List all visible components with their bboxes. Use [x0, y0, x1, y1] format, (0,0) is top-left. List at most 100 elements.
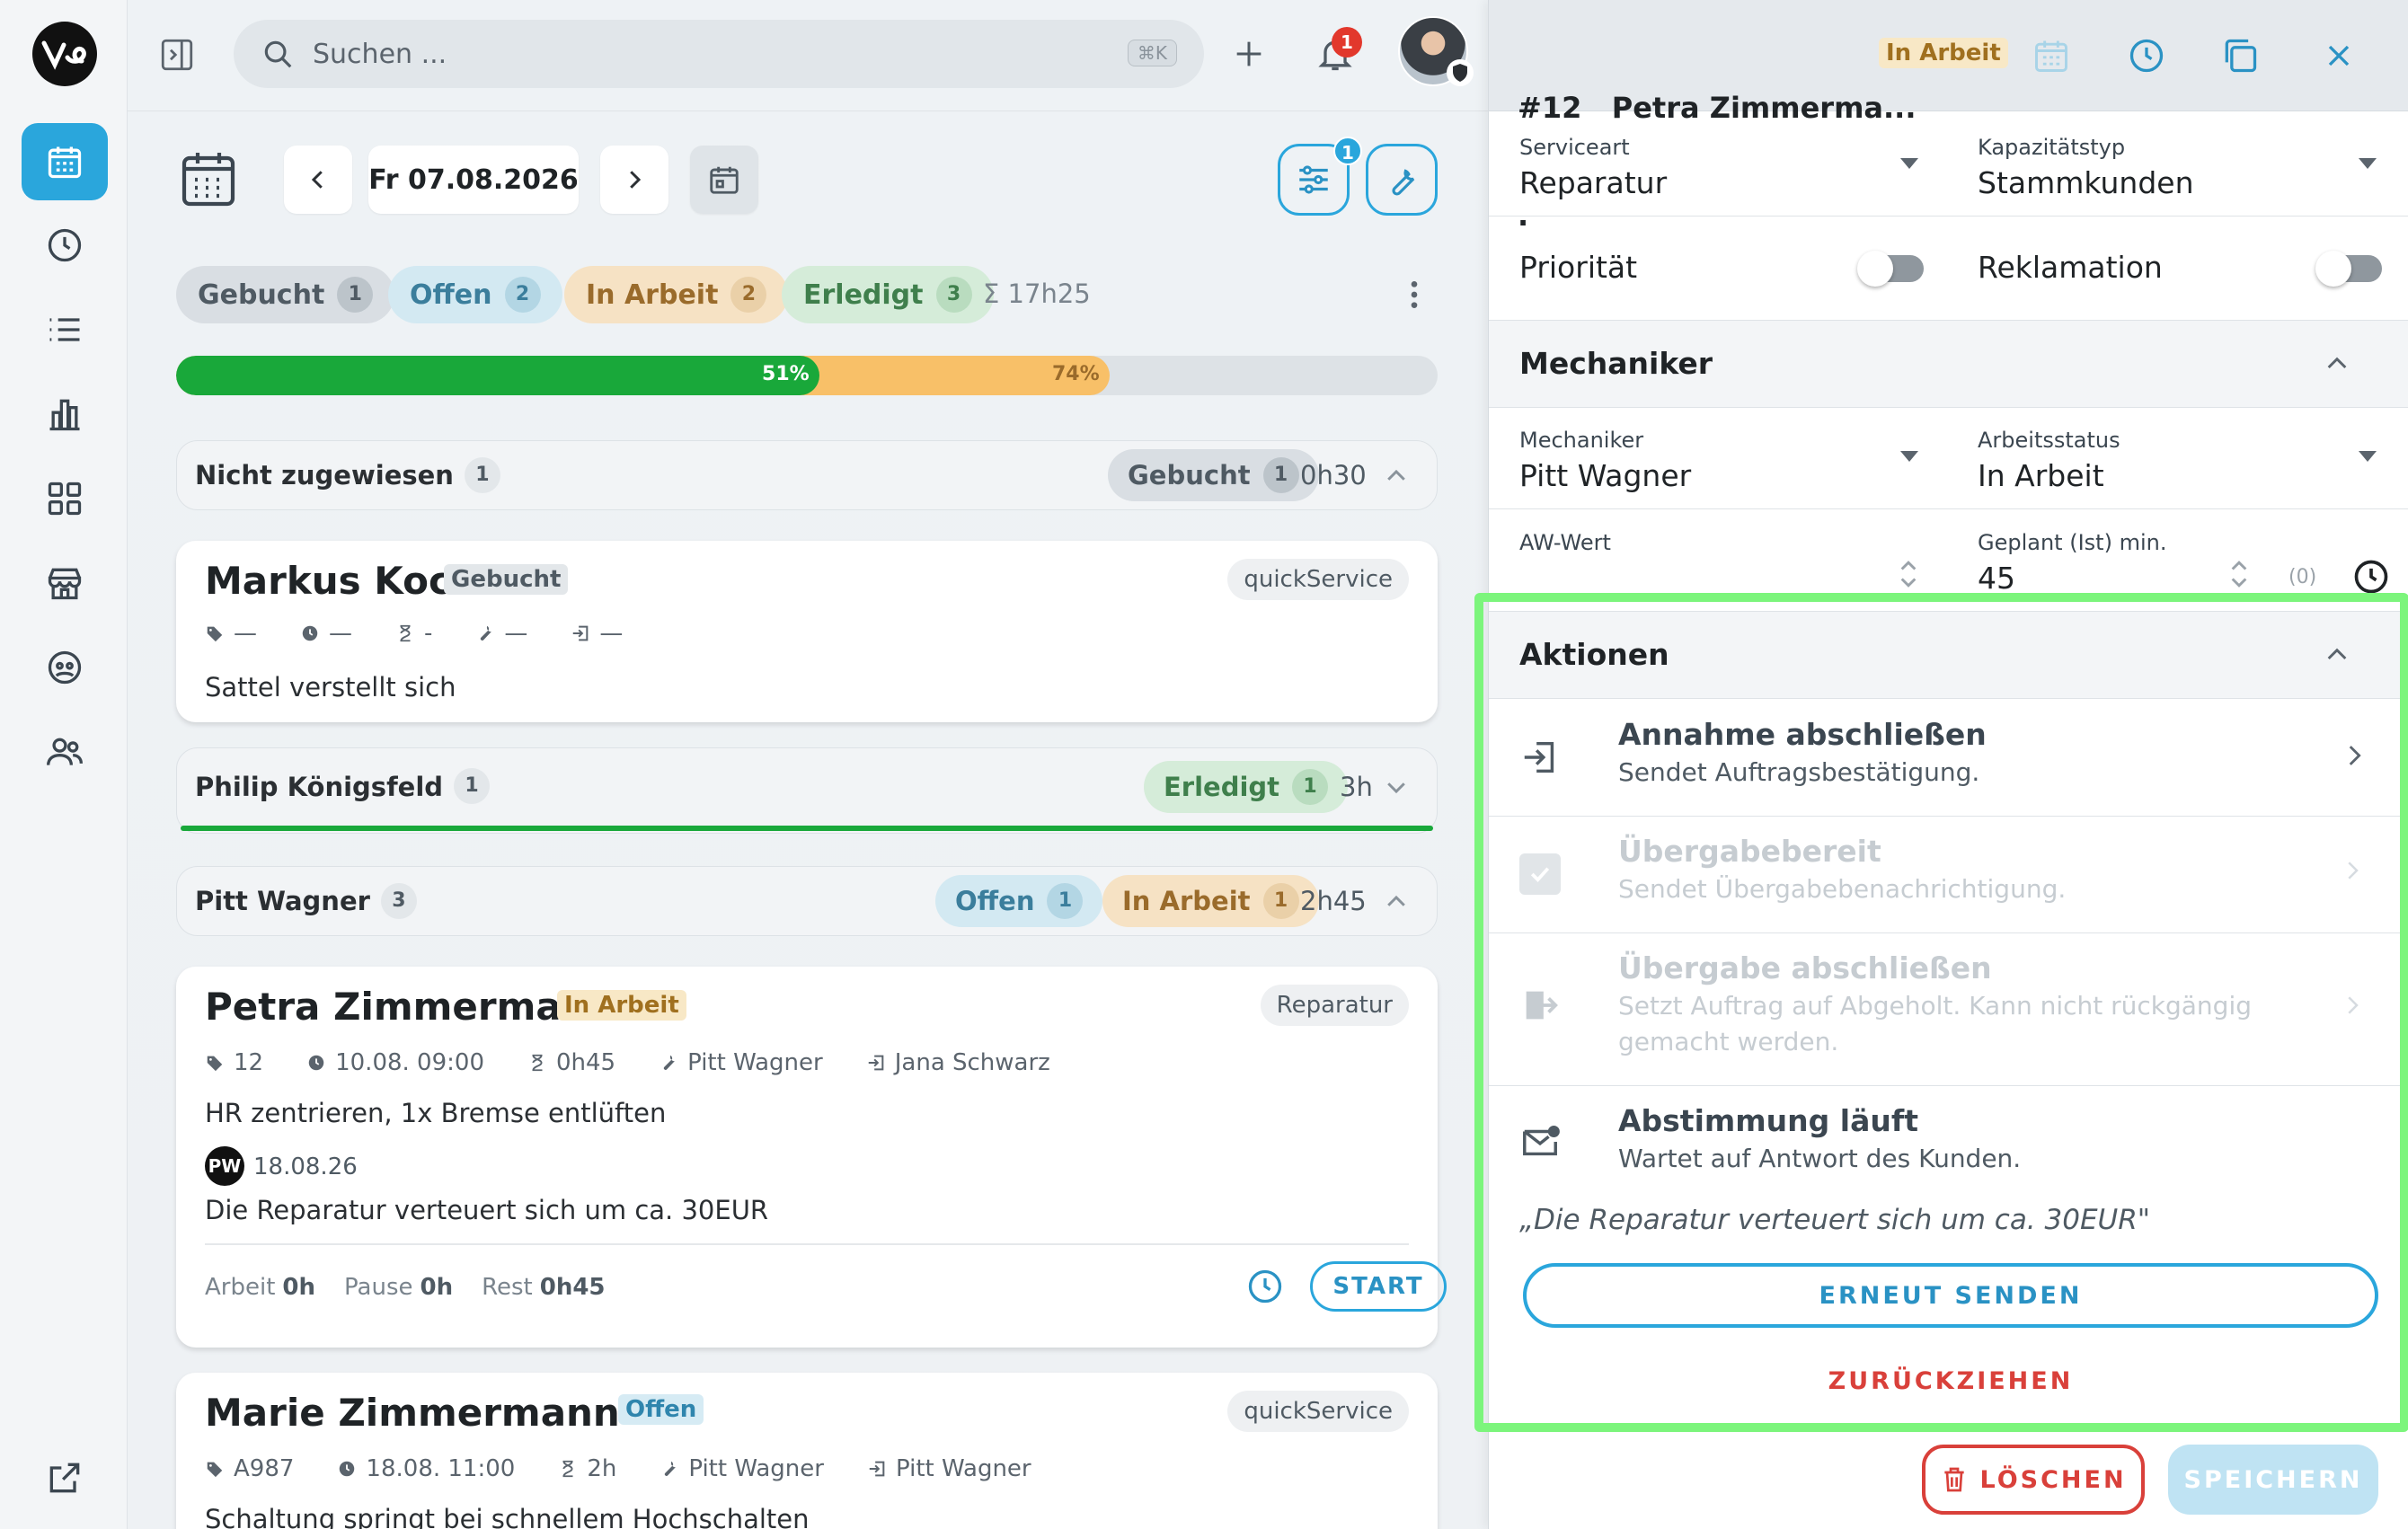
- next-day-button[interactable]: [600, 146, 668, 214]
- order-card-marie[interactable]: Marie Zimmermann Offen quickService A987…: [176, 1373, 1438, 1529]
- chart-icon[interactable]: [22, 376, 108, 453]
- aw-field[interactable]: AW-Wert: [1519, 530, 1915, 595]
- wrench-icon: [659, 1053, 678, 1073]
- withdraw-button[interactable]: ZURÜCKZIEHEN: [1523, 1348, 2378, 1414]
- store-icon[interactable]: [22, 544, 108, 622]
- search-input[interactable]: Suchen ... ⌘K: [234, 20, 1204, 88]
- chevron-down-icon[interactable]: [2359, 451, 2377, 462]
- type-chip: quickService: [1227, 559, 1409, 600]
- total-time: Σ 17h25: [983, 278, 1091, 309]
- meta-duration: -: [424, 620, 433, 647]
- field-label: Mechaniker: [1519, 428, 1644, 453]
- resend-button[interactable]: ERNEUT SENDEN: [1523, 1263, 2378, 1328]
- stepper-icon[interactable]: [2229, 559, 2249, 589]
- prev-day-button[interactable]: [284, 146, 352, 214]
- clock-icon[interactable]: [22, 207, 108, 284]
- group-time: 2h45: [1300, 886, 1367, 916]
- work-status-select[interactable]: Arbeitsstatus In Arbeit: [1978, 428, 2120, 493]
- chevron-up-icon[interactable]: [1383, 463, 1410, 490]
- service-type-select[interactable]: Serviceart Reparatur: [1519, 135, 1667, 200]
- group-name: Nicht zugewiesen: [195, 460, 454, 491]
- calendar-view-icon[interactable]: [176, 147, 241, 212]
- complaint-toggle[interactable]: [2315, 251, 2382, 287]
- field-value: Stammkunden: [1978, 165, 2194, 200]
- group-name: Philip Königsfeld: [195, 772, 444, 802]
- date-picker-button[interactable]: [690, 146, 758, 214]
- sliders-icon: [1295, 161, 1332, 199]
- hourglass-icon: [558, 1459, 578, 1479]
- clock-icon[interactable]: [2351, 557, 2391, 597]
- date-display[interactable]: Fr 07.08.2026: [368, 146, 579, 214]
- chevron-down-icon[interactable]: [1900, 158, 1918, 169]
- time-summary: Arbeit 0h Pause 0h Rest 0h45: [205, 1274, 606, 1301]
- more-vertical-icon[interactable]: [1396, 275, 1432, 314]
- grid-icon[interactable]: [22, 460, 108, 537]
- save-button[interactable]: SPEICHERN: [2168, 1445, 2378, 1515]
- priority-toggle[interactable]: [1857, 251, 1924, 287]
- meta-mechanic: —: [504, 620, 528, 647]
- status-filter-done[interactable]: Erledigt 3: [782, 266, 994, 323]
- sidebar-toggle-icon[interactable]: [158, 36, 196, 74]
- card-description: Schaltung springt bei schnellem Hochscha…: [205, 1504, 810, 1529]
- date-label: Fr 07.08.2026: [368, 164, 579, 196]
- chevron-down-icon[interactable]: [2359, 158, 2377, 169]
- meta-date: —: [329, 620, 352, 647]
- action-accept[interactable]: Annahme abschließen Sendet Auftragsbestä…: [1489, 699, 2408, 816]
- field-value: Reparatur: [1519, 165, 1668, 200]
- section-actions[interactable]: Aktionen: [1489, 611, 2408, 699]
- status-filter-open[interactable]: Offen 2: [388, 266, 562, 323]
- capacity-type-select[interactable]: Kapazitätstyp Stammkunden: [1978, 135, 2194, 200]
- status-filter-booked[interactable]: Gebucht 1: [176, 266, 395, 323]
- chevron-up-icon[interactable]: [2323, 349, 2351, 378]
- external-link-icon[interactable]: [22, 1439, 108, 1516]
- close-icon[interactable]: [2321, 38, 2357, 74]
- order-card-petra[interactable]: Petra Zimmermann In Arbeit Reparatur 12 …: [176, 967, 1447, 1348]
- meta-number: 12: [234, 1049, 264, 1076]
- brand-logo[interactable]: [32, 22, 97, 86]
- add-icon[interactable]: [1231, 36, 1267, 72]
- list-icon[interactable]: [22, 291, 108, 368]
- support-icon[interactable]: [22, 629, 108, 706]
- stepper-icon[interactable]: [1899, 559, 1918, 589]
- mail-icon: [1519, 1121, 1561, 1162]
- chevron-down-icon[interactable]: [1900, 451, 1918, 462]
- calendar-icon[interactable]: [2032, 36, 2071, 75]
- planned-actual: (0): [2288, 566, 2317, 588]
- resend-label: ERNEUT SENDEN: [1819, 1281, 2083, 1310]
- delete-button[interactable]: LÖSCHEN: [1922, 1445, 2145, 1515]
- status-badge: In Arbeit: [1879, 38, 2008, 68]
- group-philip[interactable]: Philip Königsfeld 1 Erledigt 1 3h: [176, 747, 1438, 834]
- group-unassigned[interactable]: Nicht zugewiesen 1 Gebucht 1 0h30: [176, 440, 1438, 510]
- order-card-markus[interactable]: Markus Koch Gebucht quickService — — - —…: [176, 541, 1438, 722]
- timer-icon[interactable]: [1245, 1267, 1285, 1306]
- check-icon: [1519, 853, 1561, 895]
- section-title: Mechaniker: [1519, 346, 1713, 381]
- chevron-right-icon: [2339, 857, 2366, 884]
- save-label: SPEICHERN: [2183, 1465, 2363, 1494]
- users-icon[interactable]: [22, 713, 108, 791]
- meta-date: 10.08. 09:00: [335, 1049, 484, 1076]
- meta-mechanic: Pitt Wagner: [687, 1049, 823, 1076]
- chip-count: 1: [1262, 883, 1299, 919]
- section-mechanic[interactable]: Mechaniker: [1489, 320, 2408, 408]
- field-label: Kapazitätstyp: [1978, 135, 2126, 160]
- action-description: Wartet auf Antwort des Kunden.: [1618, 1144, 2022, 1173]
- clock-icon[interactable]: [2127, 36, 2166, 75]
- work-value: 0h: [282, 1274, 316, 1301]
- group-status-chip-work: In Arbeit 1: [1102, 875, 1319, 927]
- action-ready: Übergabebereit Sendet Übergabebenachrich…: [1489, 816, 2408, 932]
- group-pitt[interactable]: Pitt Wagner 3 Offen 1 In Arbeit 1 2h45: [176, 866, 1438, 936]
- panel-header: #12 Petra Zimmerma... . In Arbeit: [1489, 0, 2408, 233]
- trash-icon: [1940, 1465, 1969, 1494]
- chevron-down-icon[interactable]: [1383, 773, 1410, 800]
- status-filter-in-work[interactable]: In Arbeit 2: [564, 266, 789, 323]
- calendar-icon[interactable]: [22, 123, 108, 200]
- tools-button[interactable]: [1366, 144, 1438, 216]
- chevron-up-icon[interactable]: [2323, 641, 2351, 669]
- start-button[interactable]: START: [1310, 1261, 1447, 1312]
- copy-icon[interactable]: [2220, 36, 2260, 75]
- mechanic-select[interactable]: Mechaniker Pitt Wagner: [1519, 428, 1691, 493]
- chevron-up-icon[interactable]: [1383, 888, 1410, 915]
- card-meta: A987 18.08. 11:00 2h Pitt Wagner Pitt Wa…: [205, 1455, 1031, 1482]
- wrench-icon: [475, 623, 495, 643]
